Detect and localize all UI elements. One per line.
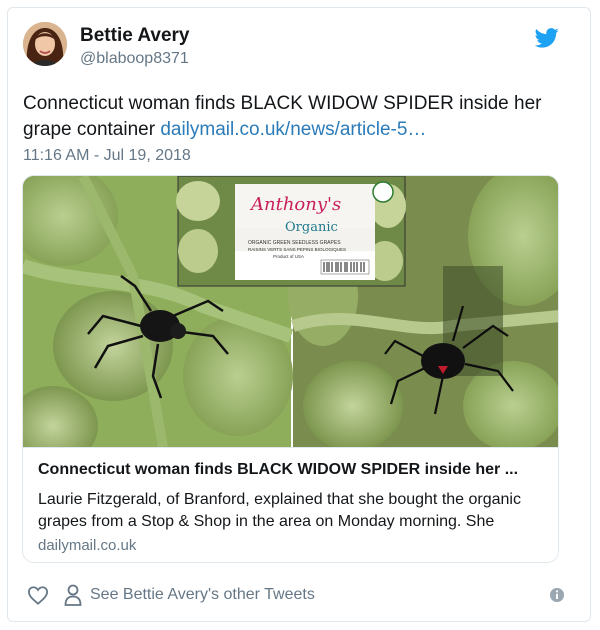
heart-icon[interactable] bbox=[27, 585, 49, 605]
tweet-text: Connecticut woman finds BLACK WIDOW SPID… bbox=[23, 91, 563, 143]
package-subtitle-fr: RAISINS VERTS SANS PEPINS BIOLOGIQUES bbox=[248, 247, 346, 252]
package-brand: Anthony's bbox=[249, 194, 341, 215]
usda-badge bbox=[372, 181, 394, 203]
card-domain: dailymail.co.uk bbox=[38, 537, 137, 554]
card-image: Anthony's Organic ORGANIC GREEN SEEDLESS… bbox=[23, 176, 558, 447]
package-subtitle: ORGANIC GREEN SEEDLESS GRAPES bbox=[248, 240, 341, 246]
link-preview-card[interactable]: Anthony's Organic ORGANIC GREEN SEEDLESS… bbox=[22, 175, 559, 563]
avatar-photo bbox=[23, 22, 67, 66]
card-description: Laurie Fitzgerald, of Branford, explaine… bbox=[38, 491, 521, 530]
tweet-article-link[interactable]: dailymail.co.uk/news/article-5… bbox=[160, 119, 426, 140]
person-icon bbox=[64, 584, 82, 606]
package-product: Organic bbox=[285, 220, 338, 235]
card-body: Connecticut woman finds BLACK WIDOW SPID… bbox=[23, 447, 558, 562]
grape-package: Anthony's Organic ORGANIC GREEN SEEDLESS… bbox=[176, 176, 406, 287]
card-title: Connecticut woman finds BLACK WIDOW SPID… bbox=[38, 461, 519, 478]
author-name[interactable]: Bettie Avery bbox=[80, 25, 189, 47]
author-avatar[interactable] bbox=[23, 22, 67, 66]
author-handle[interactable]: @blaboop8371 bbox=[80, 50, 189, 68]
package-origin: Product of USA bbox=[273, 254, 304, 259]
twitter-bird-icon[interactable] bbox=[535, 28, 559, 48]
info-icon[interactable] bbox=[549, 587, 565, 603]
see-other-tweets-link[interactable]: See Bettie Avery's other Tweets bbox=[90, 586, 315, 604]
tweet-timestamp[interactable]: 11:16 AM - Jul 19, 2018 bbox=[23, 147, 191, 165]
